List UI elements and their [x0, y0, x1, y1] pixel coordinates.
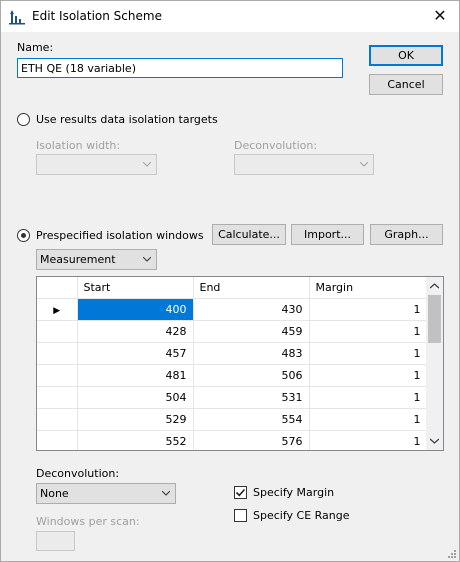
- cell-end[interactable]: 459: [193, 320, 310, 343]
- chevron-down-icon: [143, 162, 151, 167]
- isolation-width-label: Isolation width:: [36, 139, 121, 152]
- cell-end[interactable]: 554: [193, 408, 310, 431]
- specify-margin-label: Specify Margin: [253, 486, 335, 499]
- cell-end[interactable]: 506: [193, 364, 310, 387]
- title-bar[interactable]: Edit Isolation Scheme ✕: [1, 1, 459, 32]
- cell-margin[interactable]: 1: [309, 320, 428, 343]
- mode-select-value: Measurement: [40, 253, 116, 266]
- isolation-windows-grid[interactable]: Start End Margin ▶ 400 430 1 428 459 1 4…: [36, 276, 444, 451]
- column-header-start[interactable]: Start: [77, 277, 194, 299]
- row-header[interactable]: [37, 320, 78, 343]
- cell-margin[interactable]: 1: [309, 342, 428, 365]
- scrollbar-thumb[interactable]: [428, 295, 441, 343]
- column-header-margin[interactable]: Margin: [309, 277, 428, 299]
- deconvolution-label-disabled: Deconvolution:: [234, 139, 318, 152]
- cancel-button[interactable]: Cancel: [369, 74, 443, 95]
- table-row[interactable]: 481 506 1: [37, 364, 428, 387]
- close-button[interactable]: ✕: [429, 5, 451, 27]
- windows-per-scan-label: Windows per scan:: [36, 515, 140, 528]
- row-header[interactable]: [37, 342, 78, 365]
- name-label: Name:: [17, 41, 54, 54]
- graph-button[interactable]: Graph...: [370, 224, 443, 245]
- cell-end[interactable]: 430: [193, 298, 310, 321]
- grid-vertical-scrollbar[interactable]: [426, 277, 443, 450]
- deconvolution-select[interactable]: None: [36, 483, 176, 504]
- grid-corner: [37, 277, 78, 299]
- ok-button[interactable]: OK: [369, 45, 443, 66]
- isolation-width-select[interactable]: [36, 154, 157, 175]
- cell-end[interactable]: 576: [193, 430, 310, 450]
- cell-start[interactable]: 428: [77, 320, 194, 343]
- chevron-down-icon: [143, 257, 151, 262]
- specify-ce-range-checkbox[interactable]: [234, 509, 247, 522]
- cell-margin[interactable]: 1: [309, 408, 428, 431]
- skyline-chart-icon: [9, 10, 25, 25]
- row-header[interactable]: [37, 408, 78, 431]
- cell-margin[interactable]: 1: [309, 386, 428, 409]
- cell-margin[interactable]: 1: [309, 430, 428, 450]
- row-header[interactable]: [37, 364, 78, 387]
- resize-grip-icon[interactable]: [446, 548, 456, 558]
- row-header-current[interactable]: ▶: [37, 298, 78, 321]
- calculate-button[interactable]: Calculate...: [212, 224, 286, 245]
- grid-header-row: Start End Margin: [37, 277, 428, 299]
- use-results-radio[interactable]: [17, 113, 30, 126]
- prespecified-windows-radio[interactable]: [17, 229, 30, 242]
- deconvolution-select-disabled[interactable]: [234, 154, 374, 175]
- cell-margin[interactable]: 1: [309, 298, 428, 321]
- chevron-down-icon[interactable]: [430, 438, 439, 444]
- close-icon: ✕: [433, 6, 447, 25]
- current-row-icon: ▶: [53, 305, 61, 316]
- prespecified-windows-label: Prespecified isolation windows: [36, 229, 204, 242]
- table-row[interactable]: 504 531 1: [37, 386, 428, 409]
- deconvolution-select-value: None: [40, 487, 69, 500]
- cell-start[interactable]: 504: [77, 386, 194, 409]
- name-input[interactable]: ETH QE (18 variable): [17, 58, 343, 78]
- cell-start[interactable]: 552: [77, 430, 194, 450]
- cell-start[interactable]: 529: [77, 408, 194, 431]
- import-button[interactable]: Import...: [291, 224, 364, 245]
- table-row[interactable]: 428 459 1: [37, 320, 428, 343]
- cell-end[interactable]: 531: [193, 386, 310, 409]
- dialog-title: Edit Isolation Scheme: [32, 9, 162, 23]
- grid-table: Start End Margin ▶ 400 430 1 428 459 1 4…: [37, 277, 428, 450]
- specify-margin-checkbox[interactable]: [234, 486, 247, 499]
- table-row[interactable]: ▶ 400 430 1: [37, 298, 428, 321]
- chevron-down-icon: [162, 491, 170, 496]
- chevron-down-icon: [360, 162, 368, 167]
- deconvolution-label: Deconvolution:: [36, 467, 120, 480]
- table-row[interactable]: 457 483 1: [37, 342, 428, 365]
- table-row[interactable]: 552 576 1: [37, 430, 428, 450]
- row-header[interactable]: [37, 430, 78, 450]
- use-results-label: Use results data isolation targets: [36, 113, 218, 126]
- row-header[interactable]: [37, 386, 78, 409]
- windows-per-scan-input[interactable]: [36, 531, 75, 551]
- cell-start[interactable]: 400: [77, 298, 194, 321]
- column-header-end[interactable]: End: [193, 277, 310, 299]
- mode-select[interactable]: Measurement: [36, 249, 157, 270]
- cell-end[interactable]: 483: [193, 342, 310, 365]
- specify-ce-range-label: Specify CE Range: [253, 509, 350, 522]
- table-row[interactable]: 529 554 1: [37, 408, 428, 431]
- cell-start[interactable]: 457: [77, 342, 194, 365]
- edit-isolation-scheme-dialog: Edit Isolation Scheme ✕ Name: ETH QE (18…: [0, 0, 460, 562]
- checkmark-icon: [235, 488, 246, 497]
- cell-start[interactable]: 481: [77, 364, 194, 387]
- chevron-up-icon[interactable]: [430, 283, 439, 289]
- cell-margin[interactable]: 1: [309, 364, 428, 387]
